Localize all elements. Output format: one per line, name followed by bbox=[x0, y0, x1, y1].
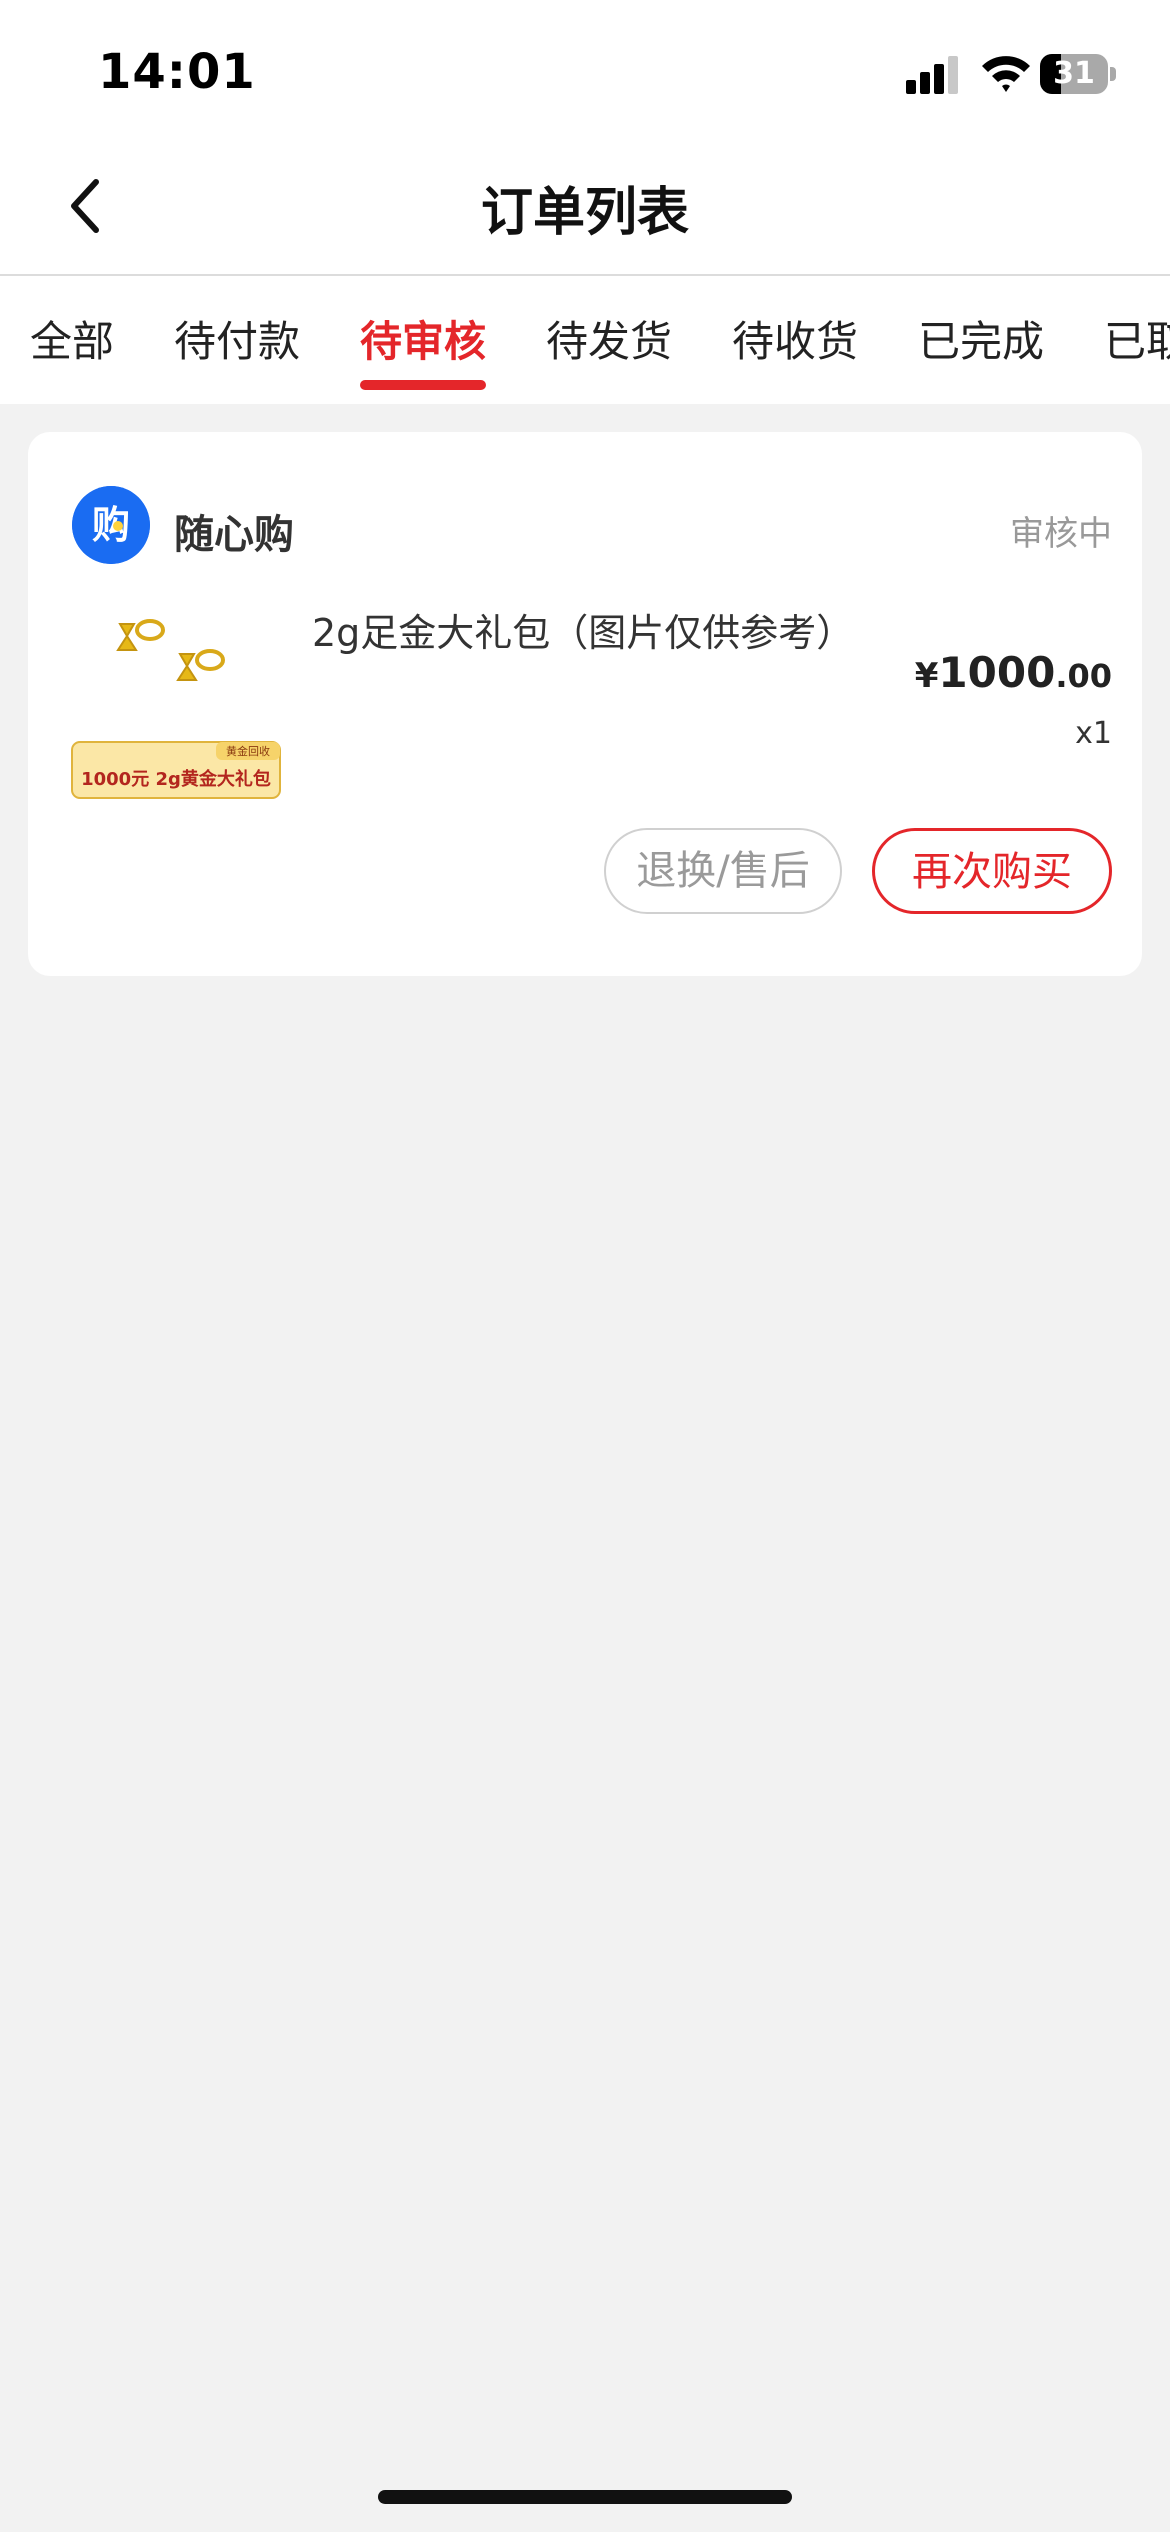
tab-pending-review[interactable]: 待审核 bbox=[360, 308, 486, 369]
battery-level: 31 bbox=[1053, 56, 1095, 91]
order-status-tabs: 全部 待付款 待审核 待发货 待收货 已完成 已取 bbox=[0, 276, 1170, 404]
gold-earrings-image bbox=[116, 619, 225, 681]
shop-logo-icon: 购 bbox=[72, 486, 150, 564]
tab-pending-shipment[interactable]: 待发货 bbox=[546, 308, 672, 369]
tab-pending-receipt[interactable]: 待收货 bbox=[732, 308, 858, 369]
shop-name[interactable]: 随心购 bbox=[174, 502, 294, 560]
home-indicator[interactable] bbox=[378, 2490, 792, 2504]
tab-completed[interactable]: 已完成 bbox=[918, 308, 1044, 369]
price-integer: 1000 bbox=[938, 648, 1056, 697]
buy-again-button[interactable]: 再次购买 bbox=[872, 828, 1112, 914]
after-sale-button[interactable]: 退换/售后 bbox=[604, 828, 842, 914]
order-card[interactable]: 购 随心购 审核中 黄金回收 1000元 2g黄金大礼包 2g足金大礼包（图片仅… bbox=[28, 432, 1142, 976]
product-name[interactable]: 2g足金大礼包（图片仅供参考） bbox=[312, 602, 854, 657]
battery-icon: 31 bbox=[1040, 54, 1116, 94]
price-decimal: .00 bbox=[1055, 657, 1112, 695]
price-currency: ¥ bbox=[914, 656, 939, 696]
thumbnail-tag: 黄金回收 bbox=[226, 744, 270, 758]
shop-logo-text: 购 bbox=[92, 503, 130, 547]
thumbnail-caption: 1000元 2g黄金大礼包 bbox=[81, 768, 271, 790]
nav-header: 订单列表 bbox=[0, 140, 1170, 276]
active-tab-indicator bbox=[360, 380, 486, 390]
tab-pending-payment[interactable]: 待付款 bbox=[174, 308, 300, 369]
status-time: 14:01 bbox=[98, 44, 256, 100]
screen: 14:01 31 订单列表 全部 待付款 待审核 待发货 待收货 已完成 已取 … bbox=[0, 0, 1170, 2532]
order-status: 审核中 bbox=[1010, 514, 1112, 554]
status-bar: 14:01 31 bbox=[0, 0, 1170, 140]
tab-all[interactable]: 全部 bbox=[30, 308, 114, 369]
product-price: ¥1000.00 bbox=[915, 648, 1112, 697]
tab-cancelled[interactable]: 已取 bbox=[1104, 308, 1170, 369]
cellular-signal-icon bbox=[906, 56, 958, 94]
product-thumbnail[interactable]: 黄金回收 1000元 2g黄金大礼包 bbox=[70, 602, 282, 802]
wifi-icon bbox=[982, 56, 1030, 92]
product-quantity: x1 bbox=[1075, 716, 1112, 751]
page-title: 订单列表 bbox=[480, 183, 689, 243]
